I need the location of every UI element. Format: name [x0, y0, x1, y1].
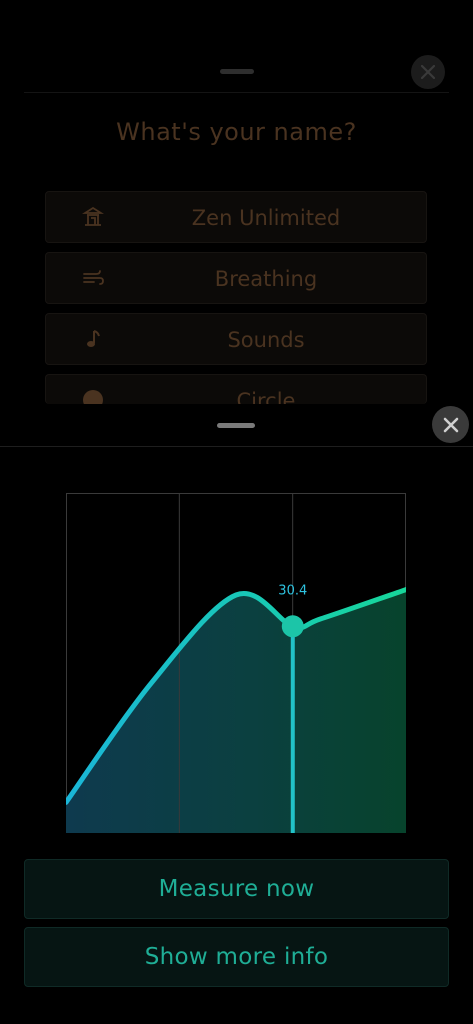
- option-circle[interactable]: Circle: [45, 374, 427, 404]
- close-icon: [421, 65, 435, 79]
- background-sheet: What's your name? Zen Unlimited Breathin…: [0, 0, 473, 404]
- show-more-info-button[interactable]: Show more info: [24, 927, 449, 987]
- option-sounds[interactable]: Sounds: [45, 313, 427, 365]
- chart-marker-point: [281, 615, 304, 638]
- music-note-icon: [82, 328, 104, 350]
- close-icon: [443, 417, 458, 432]
- option-label: Breathing: [214, 267, 318, 291]
- close-button[interactable]: [432, 406, 469, 443]
- temple-icon: [82, 206, 104, 228]
- wind-icon: [82, 267, 104, 289]
- option-breathing[interactable]: Breathing: [45, 252, 427, 304]
- background-divider: [24, 92, 449, 93]
- measurement-chart[interactable]: 30.4: [66, 493, 406, 833]
- sheet-divider: [0, 446, 473, 447]
- background-close-button[interactable]: [411, 55, 445, 89]
- option-label: Zen Unlimited: [191, 206, 341, 230]
- background-sheet-grabber[interactable]: [220, 69, 254, 74]
- option-label: Sounds: [227, 328, 305, 352]
- chart-marker-value: 30.4: [278, 583, 307, 598]
- circle-icon: [82, 389, 104, 404]
- measure-now-button[interactable]: Measure now: [24, 859, 449, 919]
- sheet-grabber[interactable]: [217, 423, 255, 428]
- background-title: What's your name?: [116, 118, 357, 146]
- option-label: Circle: [236, 389, 296, 404]
- option-zen-unlimited[interactable]: Zen Unlimited: [45, 191, 427, 243]
- chart-area: [66, 589, 406, 833]
